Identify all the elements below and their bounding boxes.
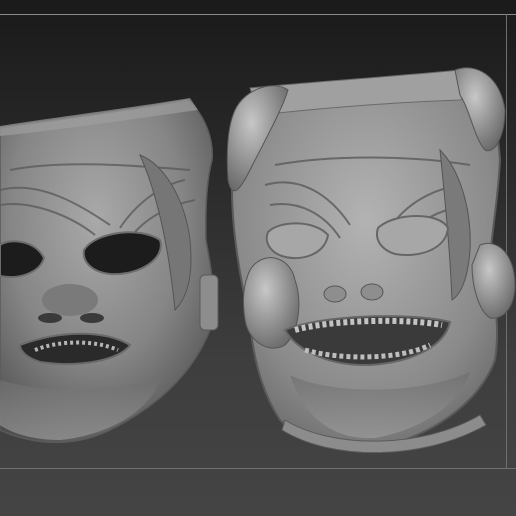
masks-render bbox=[0, 67, 516, 454]
left-mask[interactable] bbox=[0, 98, 219, 444]
sculpt-viewport[interactable] bbox=[0, 0, 516, 516]
right-mask[interactable] bbox=[226, 67, 516, 454]
